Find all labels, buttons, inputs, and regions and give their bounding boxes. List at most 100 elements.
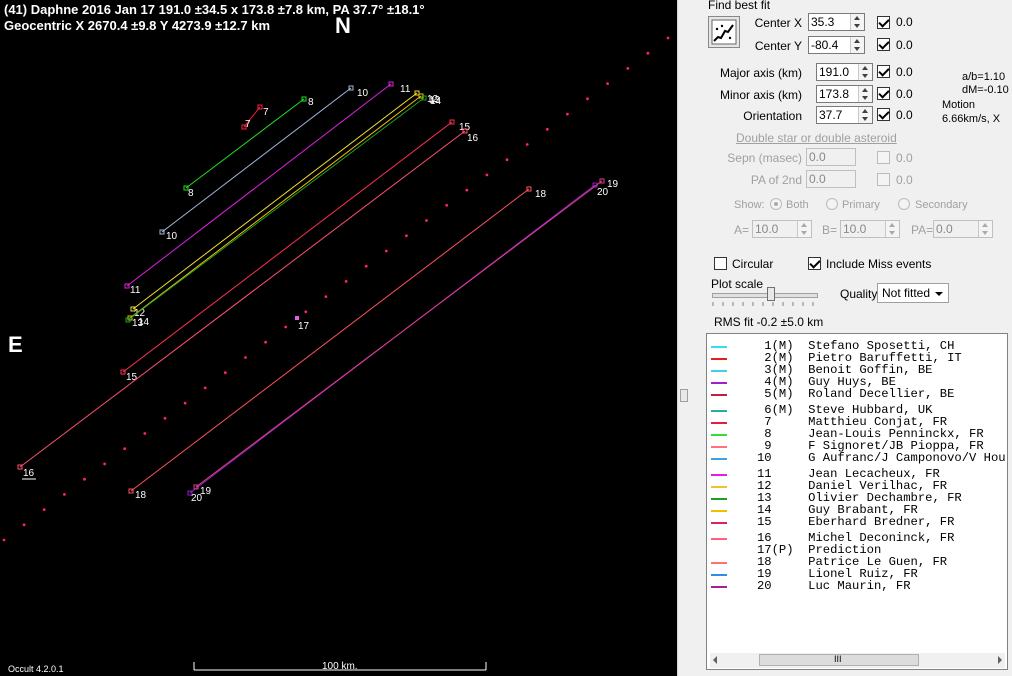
splitter[interactable] bbox=[677, 0, 705, 676]
orientation-input[interactable]: 37.7 bbox=[816, 106, 873, 124]
legend-swatch bbox=[711, 346, 727, 348]
chord-label-start: 18 bbox=[135, 490, 147, 501]
legend-swatch bbox=[711, 586, 727, 588]
legend-swatch bbox=[711, 550, 727, 552]
scroll-right-icon[interactable] bbox=[998, 656, 1002, 664]
show-both-label: Both bbox=[786, 199, 809, 211]
legend-swatch bbox=[711, 410, 727, 412]
motion-label: Motion bbox=[942, 99, 976, 111]
show-primary-radio[interactable] bbox=[826, 198, 838, 210]
quality-label: Quality bbox=[840, 287, 878, 301]
b-label: B= bbox=[822, 223, 838, 237]
spin-arrows-icon[interactable] bbox=[858, 64, 872, 80]
center-x-checkbox[interactable] bbox=[877, 16, 890, 29]
minor-axis-label: Minor axis (km) bbox=[719, 88, 802, 102]
show-primary-label: Primary bbox=[842, 199, 880, 211]
chord-label-end: 13 bbox=[429, 95, 441, 106]
include-miss-checkbox[interactable] bbox=[808, 257, 821, 270]
legend-scrollbar[interactable]: III bbox=[710, 653, 1005, 668]
minor-axis-input[interactable]: 173.8 bbox=[816, 85, 873, 103]
spin-arrows-icon[interactable] bbox=[978, 221, 992, 237]
prediction-label: 17 bbox=[298, 321, 310, 332]
sepn-result: 0.0 bbox=[896, 151, 913, 165]
spin-arrows-icon[interactable] bbox=[858, 107, 872, 123]
spin-arrows-icon[interactable] bbox=[850, 37, 864, 53]
chord-line-11 bbox=[126, 83, 392, 287]
path-dot bbox=[223, 371, 227, 375]
legend-text: 15 Eberhard Bredner, FR bbox=[735, 515, 955, 529]
quality-select[interactable]: Not fitted bbox=[877, 283, 949, 303]
pa2-checkbox[interactable] bbox=[877, 173, 890, 186]
sepn-label: Sepn (masec) bbox=[727, 151, 802, 165]
show-label: Show: bbox=[734, 199, 765, 211]
scroll-thumb[interactable]: III bbox=[759, 654, 919, 666]
observer-legend[interactable]: 1(M) Stefano Sposetti, CH 2(M) Pietro Ba… bbox=[706, 333, 1008, 670]
path-dot bbox=[626, 67, 630, 70]
chord-label-start: 7 bbox=[245, 119, 251, 130]
center-y-checkbox[interactable] bbox=[877, 38, 890, 51]
path-dot bbox=[103, 462, 106, 466]
path-dot bbox=[445, 203, 449, 207]
minor-axis-checkbox[interactable] bbox=[877, 87, 890, 100]
legend-swatch bbox=[711, 446, 727, 448]
path-dot bbox=[2, 538, 6, 542]
occultation-plot[interactable]: 7 7 8 8 10 10 11 11 12 12 14 14 13 13 15 15 16 16 18 18 20 20… bbox=[0, 0, 677, 676]
show-both-radio[interactable] bbox=[770, 198, 782, 210]
plot-canvas[interactable]: 7788101011111212141413131515161618182020… bbox=[0, 0, 677, 676]
plot-scale-thumb[interactable] bbox=[767, 287, 775, 301]
path-dot bbox=[586, 97, 589, 101]
chart-fit-icon bbox=[711, 19, 737, 45]
minor-axis-result: 0.0 bbox=[896, 87, 913, 101]
motion-value: 6.66km/s, X bbox=[942, 113, 1001, 125]
major-axis-label: Major axis (km) bbox=[719, 66, 802, 80]
rms-fit-label: RMS fit -0.2 ±5.0 km bbox=[714, 315, 824, 329]
chord-label-start: 13 bbox=[132, 318, 144, 329]
spin-arrows-icon[interactable] bbox=[850, 14, 864, 30]
show-secondary-radio[interactable] bbox=[898, 198, 910, 210]
sepn-input[interactable]: 0.0 bbox=[806, 148, 856, 166]
a-label: A= bbox=[734, 223, 750, 237]
spin-arrows-icon[interactable] bbox=[858, 86, 872, 102]
plot-scale-slider[interactable] bbox=[712, 293, 818, 298]
legend-swatch bbox=[711, 458, 727, 460]
pa2-result: 0.0 bbox=[896, 173, 913, 187]
major-axis-input[interactable]: 191.0 bbox=[816, 63, 873, 81]
path-dot bbox=[364, 264, 368, 268]
find-best-fit-button[interactable] bbox=[708, 16, 740, 48]
sepn-checkbox[interactable] bbox=[877, 151, 890, 164]
center-y-result: 0.0 bbox=[896, 38, 913, 52]
header-line2: Geocentric X 2670.4 ±9.8 Y 4273.9 ±12.7 … bbox=[4, 18, 271, 33]
orientation-result: 0.0 bbox=[896, 108, 913, 122]
orientation-checkbox[interactable] bbox=[877, 108, 890, 121]
circular-checkbox[interactable] bbox=[714, 257, 727, 270]
legend-swatch bbox=[711, 538, 727, 540]
path-dot bbox=[666, 36, 670, 40]
major-axis-checkbox[interactable] bbox=[877, 65, 890, 78]
chord-line-13 bbox=[127, 97, 425, 321]
center-y-input[interactable]: -80.4 bbox=[808, 36, 865, 54]
spin-arrows-icon[interactable] bbox=[885, 221, 899, 237]
path-dot bbox=[83, 477, 86, 481]
chord-line-10 bbox=[161, 87, 352, 233]
scroll-left-icon[interactable] bbox=[713, 656, 717, 664]
path-dot bbox=[143, 432, 147, 435]
center-x-input[interactable]: 35.3 bbox=[808, 13, 865, 31]
path-dot bbox=[163, 416, 167, 420]
chord-label-end: 7 bbox=[263, 107, 269, 118]
north-label: N bbox=[335, 13, 351, 38]
path-dot bbox=[42, 508, 46, 511]
pa2-input[interactable]: 0.0 bbox=[806, 170, 856, 188]
chord-line-19 bbox=[195, 180, 603, 488]
path-dot bbox=[646, 51, 650, 55]
legend-swatch bbox=[711, 394, 727, 396]
splitter-grip-icon[interactable] bbox=[680, 389, 688, 402]
spin-arrows-icon[interactable] bbox=[797, 221, 811, 237]
prediction-marker bbox=[295, 316, 299, 320]
chord-label-end: 18 bbox=[535, 189, 547, 200]
pa-input[interactable]: 0.0 bbox=[933, 220, 993, 238]
dm-value: dM=-0.10 bbox=[962, 84, 1009, 96]
chord-line-16 bbox=[19, 130, 466, 468]
plot-scale-label: Plot scale bbox=[711, 277, 764, 291]
b-input[interactable]: 10.0 bbox=[840, 220, 900, 238]
a-input[interactable]: 10.0 bbox=[752, 220, 812, 238]
